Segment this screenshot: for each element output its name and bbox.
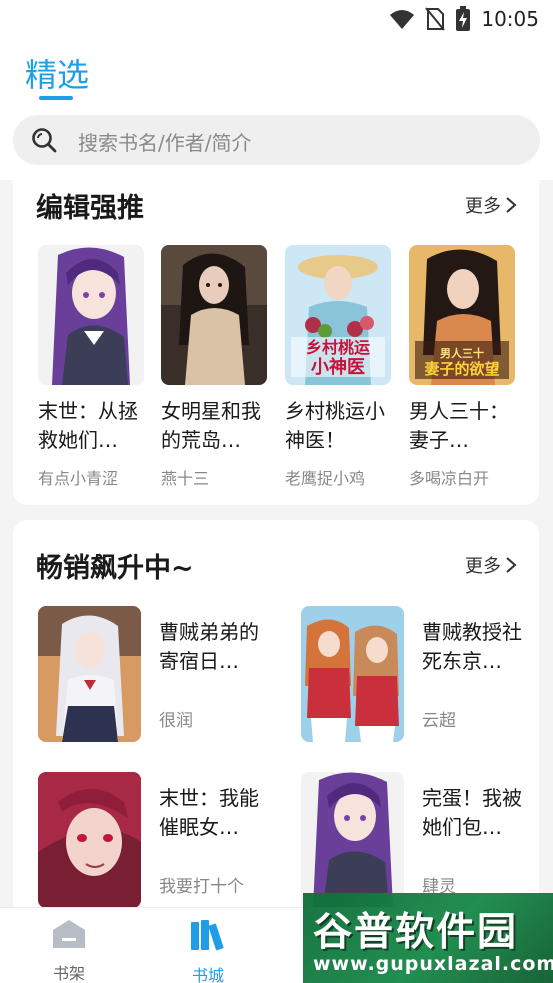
book-author: 云超 xyxy=(422,711,456,731)
search-icon xyxy=(32,128,57,153)
book-cover xyxy=(301,606,404,742)
header: 精选 搜索书名/作者/简介 xyxy=(0,40,553,180)
book-title: 末世：我能催眠女… xyxy=(159,786,259,839)
cover-text: 乡村桃运 xyxy=(306,338,370,357)
status-time: 10:05 xyxy=(481,7,539,31)
book-title: 完蛋！我被她们包… xyxy=(422,786,522,839)
book-cover: 乡村桃运 小神医 xyxy=(285,245,391,385)
tab-featured[interactable]: 精选 xyxy=(25,50,89,96)
book-title: 女明星和我的荒岛… xyxy=(161,399,261,452)
nav-item-bookshelf[interactable]: 书架 xyxy=(29,918,109,983)
status-bar: 10:05 xyxy=(0,0,553,40)
book-title: 乡村桃运小神医！ xyxy=(285,399,385,452)
cover-text: 妻子的欲望 xyxy=(424,360,499,378)
more-label: 更多 xyxy=(465,556,501,577)
section-title: 畅销飙升中~ xyxy=(36,553,194,584)
book-author: 有点小青涩 xyxy=(38,469,119,488)
book-card[interactable]: 末世：我能催眠女… 我要打十个 xyxy=(38,772,268,912)
search-bar[interactable]: 搜索书名/作者/简介 xyxy=(13,115,540,165)
book-card[interactable]: 男人三十 妻子的欲望 男人三十：妻子… 多喝凉白开 xyxy=(409,245,515,489)
book-card[interactable]: 曹贼教授社死东京… 云超 xyxy=(301,606,531,746)
wifi-icon xyxy=(390,10,415,29)
editor-picks-section: 编辑强推 更多 末世：从拯救她们… 有点小青涩 女明星和我的荒岛… 燕十三 乡村… xyxy=(13,168,539,505)
book-card[interactable]: 末世：从拯救她们… 有点小青涩 xyxy=(38,245,144,489)
nav-label: 书架 xyxy=(52,964,85,983)
book-author: 多喝凉白开 xyxy=(409,469,490,488)
bestsellers-section: 畅销飙升中~ 更多 曹贼弟弟的寄宿日… 很润 曹贼教授社死东京… 云超 末世：我… xyxy=(13,520,539,920)
tab-indicator xyxy=(39,96,73,100)
book-cover: 男人三十 妻子的欲望 xyxy=(409,245,515,385)
no-sim-icon xyxy=(425,7,446,31)
cover-text: 小神医 xyxy=(311,356,365,378)
battery-charging-icon xyxy=(456,6,471,31)
watermark-url: www.gupuxlazal.com xyxy=(313,953,553,975)
book-card[interactable]: 曹贼弟弟的寄宿日… 很润 xyxy=(38,606,268,746)
book-title: 曹贼教授社死东京… xyxy=(422,620,522,673)
book-author: 老鹰捉小鸡 xyxy=(285,469,366,488)
chevron-right-icon xyxy=(506,557,517,573)
nav-item-bookstore[interactable]: 书城 xyxy=(168,918,248,983)
nav-label: 书城 xyxy=(191,966,224,983)
book-title: 男人三十：妻子… xyxy=(409,399,509,452)
bestsellers-more-button[interactable]: 更多 xyxy=(465,552,517,578)
watermark-title: 谷普软件园 xyxy=(313,910,519,955)
bookstore-icon xyxy=(191,920,224,951)
book-author: 很润 xyxy=(159,711,193,731)
book-author: 燕十三 xyxy=(161,469,210,488)
book-card[interactable]: 乡村桃运 小神医 乡村桃运小神医！ 老鹰捉小鸡 xyxy=(285,245,391,489)
bookshelf-icon xyxy=(53,920,85,948)
book-card[interactable]: 女明星和我的荒岛… 燕十三 xyxy=(161,245,267,489)
cover-text: 男人三十 xyxy=(440,346,484,360)
book-title: 曹贼弟弟的寄宿日… xyxy=(159,620,259,673)
search-input[interactable]: 搜索书名/作者/简介 xyxy=(78,127,251,156)
status-icons: 10:05 xyxy=(389,6,539,32)
chevron-right-icon xyxy=(506,197,517,213)
book-cover xyxy=(38,245,144,385)
book-card[interactable]: 完蛋！我被她们包… 肆灵 xyxy=(301,772,531,912)
book-cover xyxy=(38,772,141,908)
book-author: 我要打十个 xyxy=(159,877,244,897)
book-cover xyxy=(161,245,267,385)
book-title: 末世：从拯救她们… xyxy=(38,399,138,452)
editor-picks-more-button[interactable]: 更多 xyxy=(465,192,517,218)
book-cover xyxy=(301,772,404,908)
book-cover xyxy=(38,606,141,742)
watermark: 谷普软件园 www.gupuxlazal.com xyxy=(303,893,553,983)
more-label: 更多 xyxy=(465,196,501,217)
section-title: 编辑强推 xyxy=(36,193,144,224)
